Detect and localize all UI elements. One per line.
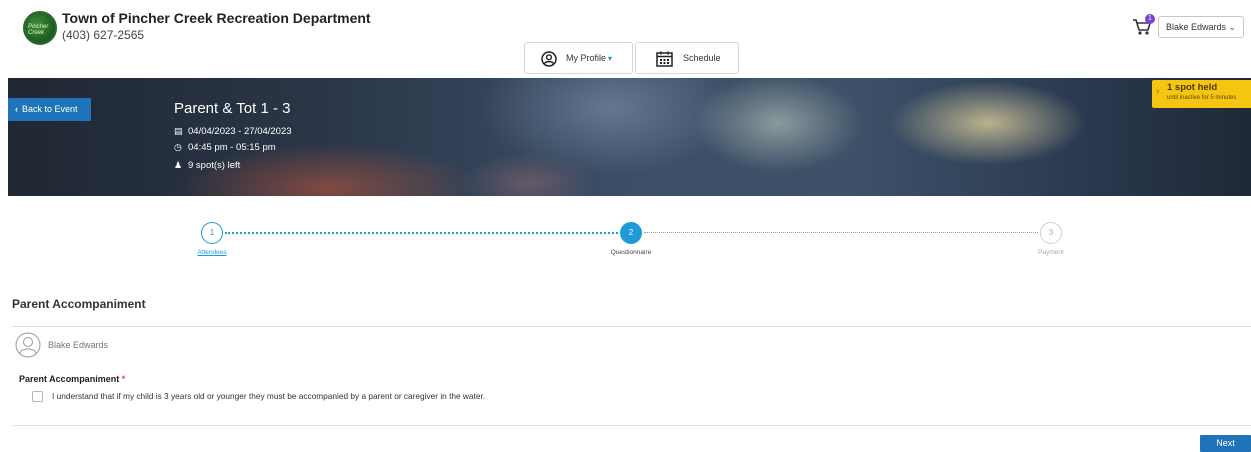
step-2-label: Questionnaire bbox=[610, 249, 652, 256]
event-title: Parent & Tot 1 - 3 bbox=[174, 100, 291, 117]
attendee-name: Blake Edwards bbox=[48, 340, 109, 350]
chevron-left-icon: ‹ bbox=[15, 104, 18, 114]
org-name: Town of Pincher Creek Recreation Departm… bbox=[62, 10, 371, 26]
divider bbox=[12, 326, 1251, 327]
required-marker: * bbox=[121, 374, 126, 384]
step-3-label: Payment bbox=[1038, 249, 1064, 256]
event-spots: 9 spot(s) left bbox=[188, 160, 241, 171]
org-phone: (403) 627-2565 bbox=[62, 28, 145, 42]
progress-line-complete bbox=[225, 232, 618, 234]
cart-count-badge: 1 bbox=[1145, 14, 1155, 24]
back-to-event-button[interactable]: ‹ Back to Event bbox=[8, 98, 91, 121]
step-1-label[interactable]: Attendees bbox=[172, 249, 252, 256]
logo-text: Pincher Creek bbox=[28, 24, 49, 36]
step-1-attendees[interactable]: 1 bbox=[201, 222, 223, 244]
calendar-icon: ▤ bbox=[174, 126, 183, 136]
person-icon: ♟ bbox=[174, 160, 183, 170]
event-dates: 04/04/2023 - 27/04/2023 bbox=[188, 126, 292, 137]
section-title: Parent Accompaniment bbox=[12, 297, 146, 311]
avatar-icon bbox=[15, 332, 41, 358]
user-name: Blake Edwards bbox=[1166, 22, 1227, 32]
step-3-payment: 3 bbox=[1040, 222, 1062, 244]
chevron-down-icon: ⌄ bbox=[1228, 22, 1236, 32]
back-to-event-label: Back to Event bbox=[22, 104, 78, 114]
event-dates-row: ▤ 04/04/2023 - 27/04/2023 bbox=[174, 126, 292, 137]
accompaniment-checkbox-label[interactable]: I understand that if my child is 3 years… bbox=[52, 391, 485, 401]
schedule-label: Schedule bbox=[683, 53, 721, 63]
caret-down-icon: ▾ bbox=[608, 54, 613, 63]
progress-line-pending bbox=[644, 232, 1038, 233]
next-button[interactable]: Next bbox=[1200, 435, 1251, 452]
accompaniment-checkbox[interactable] bbox=[32, 391, 43, 402]
chevron-right-icon: › bbox=[1156, 86, 1160, 97]
clock-icon: ◷ bbox=[174, 142, 182, 152]
my-profile-button[interactable]: My Profile ▾ bbox=[524, 42, 633, 74]
divider bbox=[12, 425, 1251, 426]
site-header: Pincher Creek Town of Pincher Creek Recr… bbox=[0, 0, 1251, 80]
event-banner bbox=[8, 78, 1251, 196]
spot-held-notice[interactable]: › 1 spot held until inactive for 5 minut… bbox=[1152, 80, 1251, 108]
spot-held-title: 1 spot held bbox=[1167, 82, 1218, 93]
event-time-row: ◷ 04:45 pm - 05:15 pm bbox=[174, 142, 276, 153]
my-profile-label: My Profile bbox=[566, 53, 607, 63]
user-circle-icon bbox=[541, 51, 557, 67]
event-time: 04:45 pm - 05:15 pm bbox=[188, 142, 276, 153]
step-2-questionnaire: 2 bbox=[620, 222, 642, 244]
calendar-icon bbox=[656, 51, 673, 67]
spot-held-subtitle: until inactive for 5 minutes bbox=[1167, 95, 1237, 101]
question-label: Parent Accompaniment * bbox=[19, 374, 125, 384]
org-logo[interactable]: Pincher Creek bbox=[23, 11, 57, 45]
schedule-button[interactable]: Schedule bbox=[635, 42, 739, 74]
event-spots-row: ♟ 9 spot(s) left bbox=[174, 160, 240, 171]
question-label-text: Parent Accompaniment bbox=[19, 374, 120, 384]
user-menu-dropdown[interactable]: Blake Edwards ⌄ bbox=[1158, 16, 1244, 38]
